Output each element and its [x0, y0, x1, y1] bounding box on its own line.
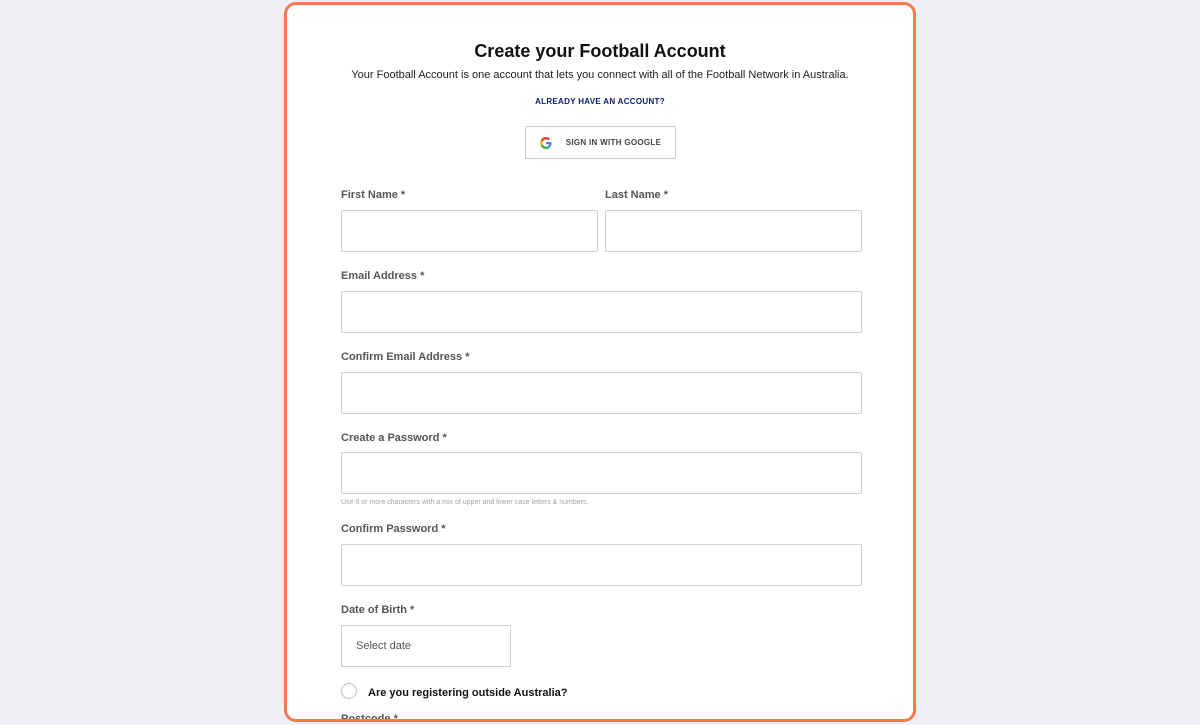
date-of-birth-label: Date of Birth * — [341, 604, 415, 616]
confirm-email-label: Confirm Email Address * — [341, 351, 470, 363]
last-name-input[interactable] — [605, 210, 862, 252]
confirm-email-input[interactable] — [341, 372, 862, 414]
already-have-account-link[interactable]: ALREADY HAVE AN ACCOUNT? — [287, 97, 913, 106]
google-button-label: SIGN IN WITH GOOGLE — [565, 138, 662, 147]
password-label: Create a Password * — [341, 432, 447, 444]
email-input[interactable] — [341, 291, 862, 333]
password-hint: Use 8 or more characters with a mix of u… — [341, 499, 589, 506]
signup-card: Create your Football Account Your Footba… — [284, 2, 916, 722]
email-label: Email Address * — [341, 270, 425, 282]
confirm-password-label: Confirm Password * — [341, 523, 446, 535]
password-input[interactable] — [341, 452, 862, 494]
page-title: Create your Football Account — [474, 41, 726, 61]
last-name-label: Last Name * — [605, 189, 668, 201]
date-of-birth-input[interactable] — [341, 625, 511, 667]
google-logo-icon — [539, 136, 552, 149]
outside-australia-radio[interactable] — [341, 683, 357, 699]
confirm-password-input[interactable] — [341, 544, 862, 586]
sign-in-with-google-button[interactable]: SIGN IN WITH GOOGLE — [525, 126, 676, 159]
outside-australia-label: Are you registering outside Australia? — [368, 687, 568, 699]
first-name-input[interactable] — [341, 210, 598, 252]
page-subtitle: Your Football Account is one account tha… — [351, 69, 849, 81]
first-name-label: First Name * — [341, 189, 406, 201]
postcode-label: Postcode * — [341, 713, 398, 722]
